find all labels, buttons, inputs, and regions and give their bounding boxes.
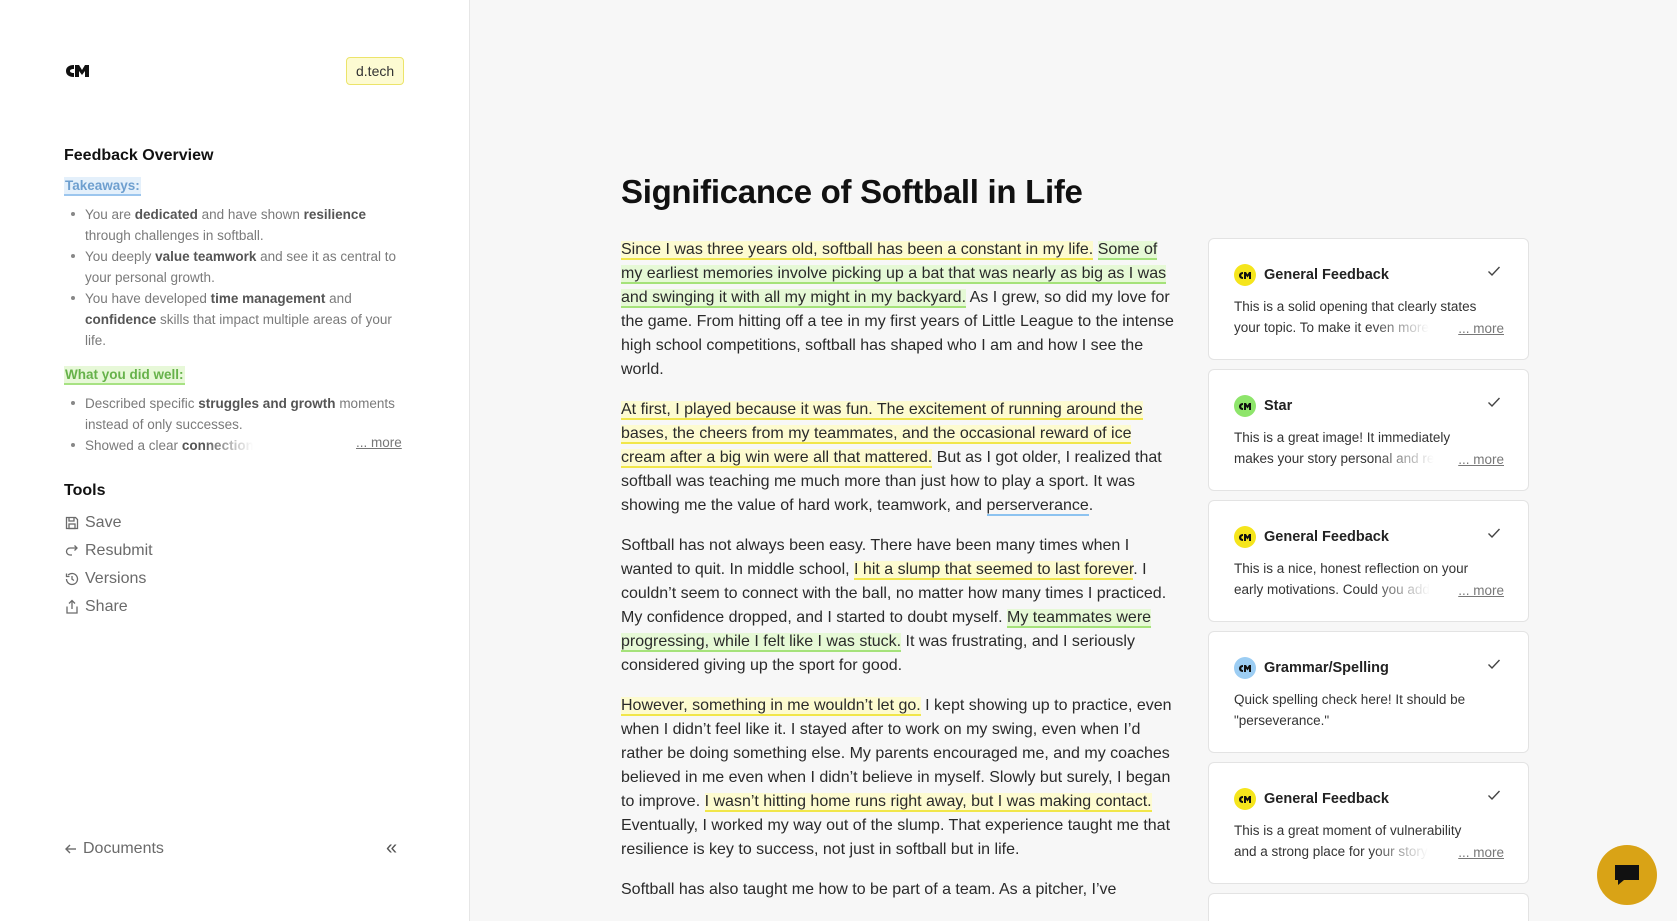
check-icon[interactable] <box>1486 787 1502 803</box>
share-icon <box>66 599 78 614</box>
highlight-general[interactable]: Since I was three years old, softball ha… <box>621 241 1094 260</box>
paragraph: However, something in me wouldn’t let go… <box>621 697 1172 858</box>
takeaways-list: You are dedicated and have shown resilie… <box>64 204 409 351</box>
paragraph: Softball has not always been easy. There… <box>621 537 1167 674</box>
tools-title: Tools <box>64 482 106 499</box>
check-icon[interactable] <box>1486 656 1502 672</box>
feedback-type-icon <box>1234 788 1256 810</box>
save-icon <box>65 516 79 530</box>
feedback-type-icon <box>1234 657 1256 679</box>
card-more-link[interactable]: ... more <box>1454 845 1504 860</box>
highlight-general[interactable]: However, something in me wouldn’t let go… <box>621 697 921 716</box>
did-well-label: What you did well: <box>64 366 185 385</box>
history-icon <box>65 572 79 586</box>
essay-body: Since I was three years old, softball ha… <box>621 238 1174 918</box>
highlight-general[interactable]: I hit a slump that seemed to last foreve… <box>854 561 1134 580</box>
check-icon[interactable] <box>1486 263 1502 279</box>
list-item: You deeply value teamwork and see it as … <box>64 246 409 288</box>
chat-button[interactable] <box>1597 845 1657 905</box>
takeaways-label: Takeaways: <box>64 177 141 196</box>
app-logo[interactable] <box>64 62 96 80</box>
card-title: Grammar/Spelling <box>1264 660 1389 676</box>
card-more-link[interactable]: ... more <box>1454 321 1504 336</box>
feedback-overview-title: Feedback Overview <box>64 147 214 164</box>
card-title: Star <box>1264 398 1293 414</box>
org-badge: d.tech <box>346 57 405 85</box>
documents-link[interactable]: Documents <box>64 840 164 858</box>
arrow-left-icon <box>65 844 76 854</box>
check-icon[interactable] <box>1486 394 1502 410</box>
feedback-card[interactable]: General Feedback This is a solid opening… <box>1208 238 1529 360</box>
versions-button[interactable]: Versions <box>64 570 146 588</box>
chat-icon <box>1615 865 1639 885</box>
feedback-type-icon <box>1234 526 1256 548</box>
feedback-card[interactable]: General Feedback This is a nice, honest … <box>1208 500 1529 622</box>
document-title: Significance of Softball in Life <box>621 173 1083 210</box>
card-more-link[interactable]: ... more <box>1454 583 1504 598</box>
share-button[interactable]: Share <box>64 598 128 616</box>
feedback-card[interactable]: General Feedback This is a great moment … <box>1208 762 1529 884</box>
paragraph: At first, I played because it was fun. T… <box>621 401 1162 516</box>
check-icon[interactable] <box>1486 525 1502 541</box>
resubmit-button[interactable]: Resubmit <box>64 542 153 560</box>
save-button[interactable]: Save <box>64 514 121 532</box>
feedback-card[interactable] <box>1208 893 1529 921</box>
card-more-link[interactable]: ... more <box>1454 452 1504 467</box>
redo-icon <box>65 545 78 556</box>
highlight-general[interactable]: I wasn’t hitting home runs right away, b… <box>704 793 1152 812</box>
card-title: General Feedback <box>1264 791 1389 807</box>
feedback-cards: General Feedback This is a solid opening… <box>1208 238 1529 921</box>
card-title: General Feedback <box>1264 267 1389 283</box>
paragraph: Softball has also taught me how to be pa… <box>621 881 1117 898</box>
list-item: You have developed time management and c… <box>64 288 409 351</box>
feedback-card[interactable]: Star This is a great image! It immediate… <box>1208 369 1529 491</box>
feedback-type-icon <box>1234 395 1256 417</box>
feedback-type-icon <box>1234 264 1256 286</box>
list-item: You are dedicated and have shown resilie… <box>64 204 409 246</box>
sidebar: d.tech Feedback Overview Takeaways: You … <box>0 0 470 921</box>
list-item: Described specific struggles and growth … <box>64 393 409 435</box>
collapse-sidebar-icon[interactable]: « <box>386 838 397 858</box>
card-title: General Feedback <box>1264 529 1389 545</box>
highlight-spelling[interactable]: perserverance <box>986 497 1089 516</box>
feedback-card[interactable]: Grammar/Spelling Quick spelling check he… <box>1208 631 1529 753</box>
overview-more-link[interactable]: ... more <box>356 435 402 450</box>
paragraph: Since I was three years old, softball ha… <box>621 241 1174 378</box>
